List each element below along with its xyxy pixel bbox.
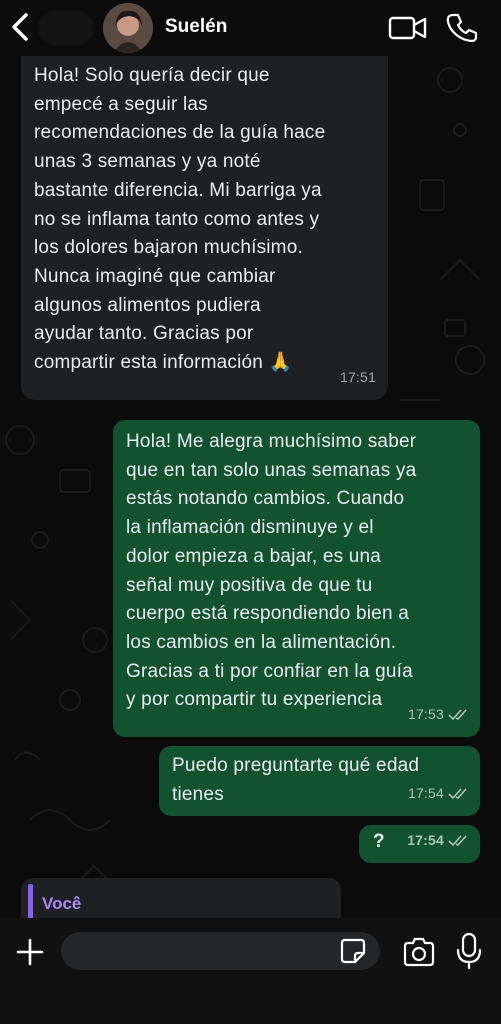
video-camera-icon[interactable] <box>388 14 428 42</box>
plus-icon[interactable] <box>14 936 46 968</box>
message-outgoing[interactable]: ? 17:54 <box>359 825 480 863</box>
message-outgoing[interactable]: Hola! Me alegra muchísimo saber que en t… <box>113 420 480 737</box>
message-time: 17:51 <box>339 369 376 386</box>
message-time: 17:54 <box>407 832 444 849</box>
microphone-icon[interactable] <box>455 932 483 970</box>
message-outgoing[interactable]: Puedo preguntarte qué edad tienes 17:54 <box>159 746 480 816</box>
sticker-icon[interactable] <box>340 938 366 964</box>
camera-icon[interactable] <box>402 936 436 968</box>
contact-avatar[interactable] <box>103 3 153 53</box>
message-input[interactable] <box>61 932 380 970</box>
contact-name[interactable]: Suelén <box>165 16 227 38</box>
message-text: Hola! Me alegra muchísimo saber que en t… <box>126 431 417 711</box>
chat-header: Suelén <box>0 0 501 56</box>
reply-author: Você <box>42 894 82 913</box>
message-time: 17:53 <box>407 706 444 723</box>
read-receipt-icon <box>448 709 467 720</box>
message-incoming[interactable]: Hola! Solo quería decir que empecé a seg… <box>21 56 388 400</box>
message-time: 17:54 <box>407 785 444 802</box>
read-receipt-icon <box>448 835 467 846</box>
read-receipt-icon <box>448 788 467 799</box>
phone-icon[interactable] <box>446 12 478 44</box>
redacted-unread-count <box>38 10 94 46</box>
message-text: Hola! Solo quería decir que empecé a seg… <box>34 65 326 374</box>
back-chevron-icon[interactable] <box>8 12 34 42</box>
composer-bar <box>0 918 501 1024</box>
